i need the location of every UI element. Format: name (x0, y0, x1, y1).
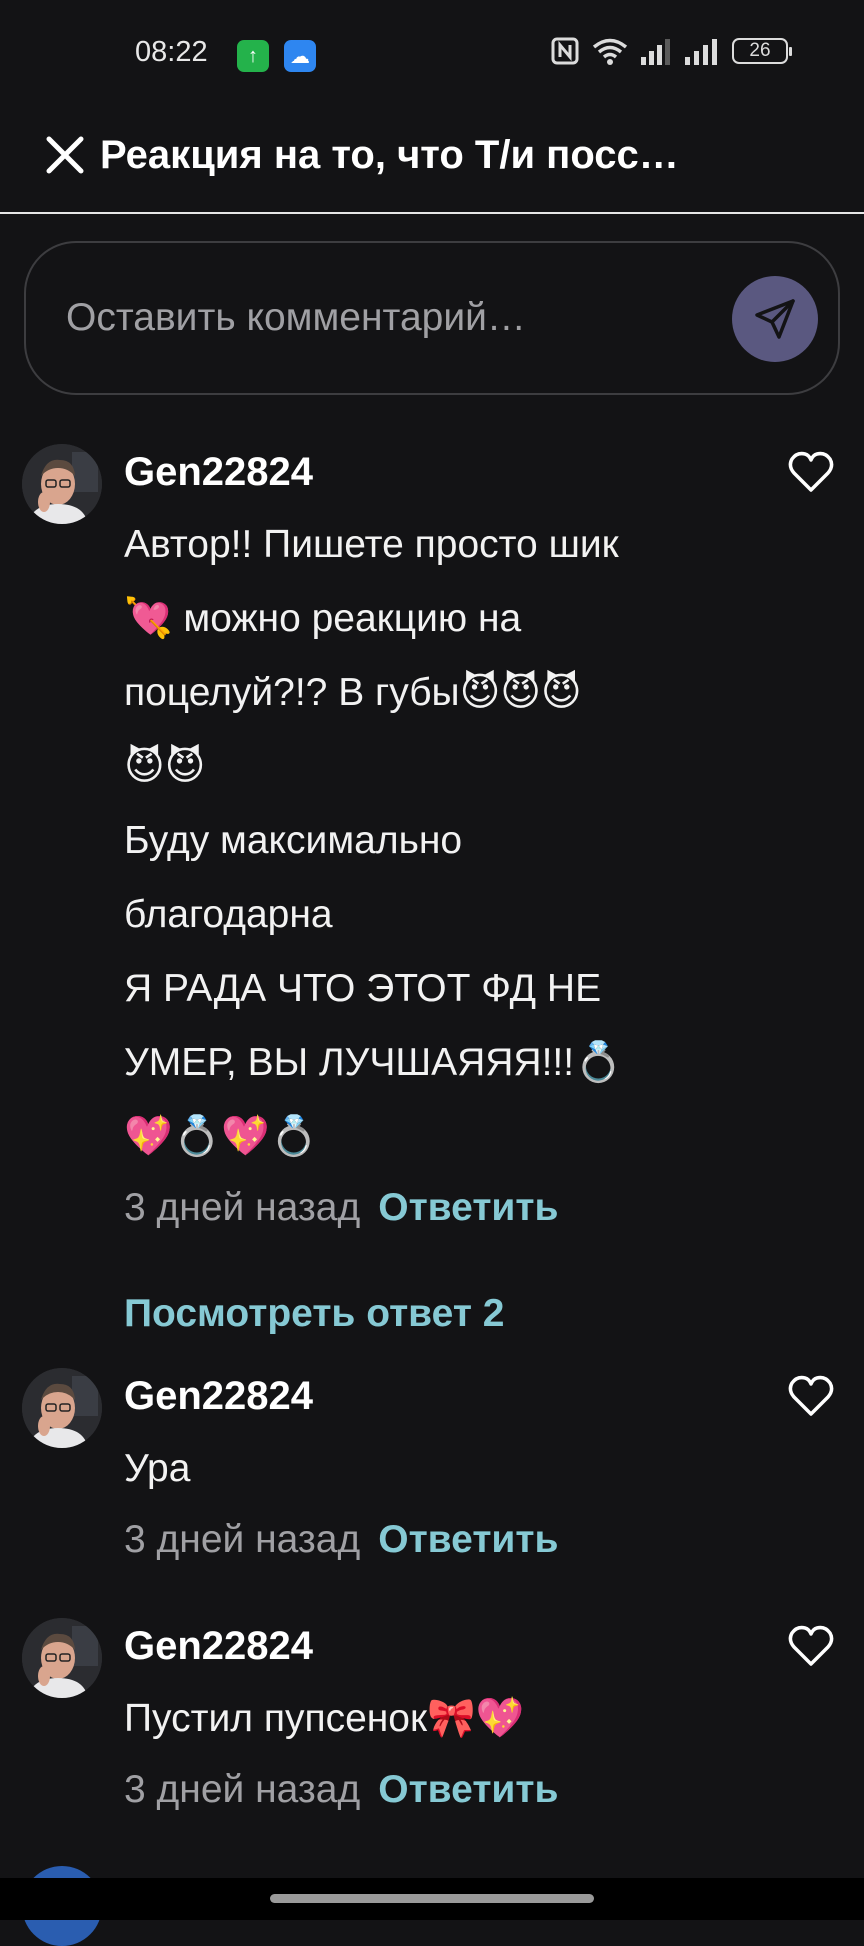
like-button[interactable] (788, 1374, 834, 1418)
like-button[interactable] (788, 1624, 834, 1668)
comment-box (24, 241, 840, 395)
avatar-image (22, 1368, 102, 1448)
like-button[interactable] (788, 450, 834, 494)
comment-line: поцелуй?!? В губы😈😈😈 (124, 671, 582, 714)
heart-icon (788, 451, 834, 492)
comment-meta: 3 дней назад Ответить (124, 1180, 558, 1236)
comment-text: Автор!! Пишете просто шик 💘 можно реакци… (124, 508, 734, 1174)
home-indicator[interactable] (270, 1894, 594, 1903)
heart-icon (788, 1625, 834, 1666)
comment-line: Буду максимально (124, 819, 463, 862)
battery-level: 26 (749, 40, 771, 61)
comment-line: 😈😈 (124, 745, 206, 788)
send-icon (755, 299, 795, 339)
comment-line: УМЕР, ВЫ ЛУЧШАЯЯЯ!!!💍 (124, 1041, 623, 1084)
comment-line: 💘 можно реакцию на (124, 597, 522, 640)
comment-line: Я РАДА ЧТО ЭТОТ ФД НЕ (124, 967, 602, 1010)
comment-author[interactable]: Gen22824 (124, 444, 313, 500)
avatar-image (22, 1618, 102, 1698)
reply-button[interactable]: Ответить (378, 1186, 558, 1229)
avatar[interactable] (22, 1368, 102, 1448)
header: Реакция на то, что Т/и посс… (0, 110, 864, 214)
comment-meta: 3 дней назад Ответить (124, 1512, 558, 1568)
weather-icon: ☁ (284, 40, 316, 72)
comment-author[interactable]: Gen22824 (124, 1368, 313, 1424)
reply-button[interactable]: Ответить (378, 1518, 558, 1561)
signal-icon-2 (685, 39, 717, 65)
send-button[interactable] (732, 276, 818, 362)
comment-time: 3 дней назад (124, 1768, 361, 1811)
close-button[interactable] (40, 130, 90, 180)
battery-icon: 26 (732, 38, 792, 64)
comment-meta: 3 дней назад Ответить (124, 1762, 558, 1818)
heart-icon (788, 1375, 834, 1416)
comment-text: Пустил пупсенок🎀💖 (124, 1682, 734, 1756)
app-green-icon: ↑ (237, 40, 269, 72)
wifi-icon (592, 38, 628, 65)
comment-input[interactable] (64, 279, 708, 357)
page-title: Реакция на то, что Т/и посс… (100, 133, 679, 177)
reply-button[interactable]: Ответить (378, 1768, 558, 1811)
avatar-image (22, 444, 102, 524)
avatar[interactable] (22, 444, 102, 524)
comment-line: 💖💍💖💍 (124, 1115, 319, 1158)
view-replies-button[interactable]: Посмотреть ответ 2 (124, 1286, 504, 1342)
status-time: 08:22 (135, 36, 208, 68)
comment-time: 3 дней назад (124, 1186, 361, 1229)
signal-icon (641, 39, 670, 65)
status-icons: 26 (550, 36, 792, 66)
avatar[interactable] (22, 1618, 102, 1698)
comment-text: Ура (124, 1432, 734, 1506)
comment-time: 3 дней назад (124, 1518, 361, 1561)
nfc-icon (551, 37, 579, 65)
close-icon (46, 136, 84, 174)
comment-line: Автор!! Пишете просто шик (124, 523, 619, 566)
comment-line: благодарна (124, 893, 333, 936)
comment-line: Ура (124, 1447, 191, 1490)
comment-line: Пустил пупсенок🎀💖 (124, 1697, 525, 1740)
nav-bar (0, 1878, 864, 1920)
comment-author[interactable]: Gen22824 (124, 1618, 313, 1674)
status-bar: 08:22 ↑ ☁ 26 (0, 0, 864, 110)
